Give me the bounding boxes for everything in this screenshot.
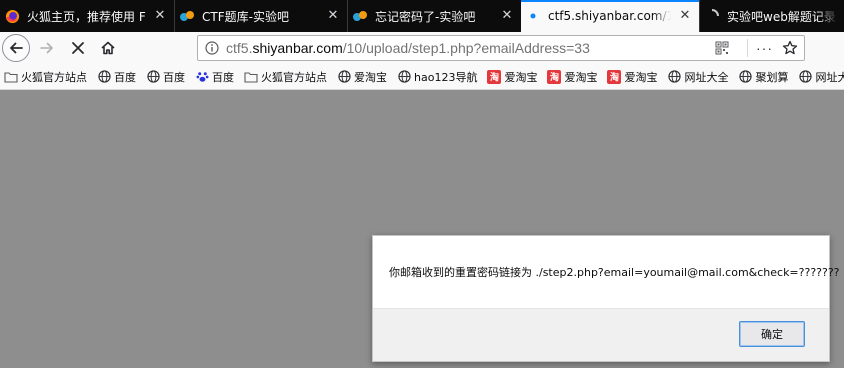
tab-title: CTF题库-实验吧 (202, 9, 289, 24)
taobao-icon: 淘 (607, 69, 622, 84)
bookmark-label: hao123导航 (414, 70, 478, 84)
url-bar[interactable]: ctf5.shiyanbar.com/10/upload/step1.php?e… (197, 35, 805, 61)
tab-title: 实验吧web解题记录 - Sh (727, 9, 838, 24)
bookmark-url-directory[interactable]: 网址大全 (667, 69, 728, 85)
tab-title: 忘记密码了-实验吧 (375, 9, 476, 24)
home-button[interactable] (94, 34, 122, 62)
baidu-paw-icon (195, 70, 209, 84)
close-icon (72, 42, 84, 54)
bookmark-ai-taobao[interactable]: 淘 爱淘宝 (607, 69, 657, 85)
bookmark-label: 聚划算 (755, 70, 789, 84)
bookmark-label: 火狐官方站点 (261, 70, 327, 84)
url-path: /10/upload/step1.php?emailAddress=33 (342, 40, 590, 56)
bookmark-juhuasuan[interactable]: 聚划算 (738, 69, 788, 85)
tab-firefox-home[interactable]: 火狐主页，推荐使用 Firefox ✕ (0, 0, 174, 32)
bookmark-label: 网址大全 (684, 70, 729, 84)
info-icon[interactable] (203, 41, 221, 55)
ok-button[interactable]: 确定 (739, 321, 805, 347)
bookmark-firefox-official[interactable]: 火狐官方站点 (244, 69, 327, 85)
page-actions-button[interactable]: ··· (756, 40, 773, 56)
globe-icon (146, 70, 160, 84)
globe-icon (337, 70, 351, 84)
firefox-icon (4, 8, 20, 24)
globe-icon (798, 70, 812, 84)
home-icon (101, 41, 115, 55)
folder-icon (244, 70, 258, 84)
tab-step1-active[interactable]: ctf5.shiyanbar.com/10/upload/step1.php ✕ (521, 0, 699, 32)
shiyanbar-icon (352, 8, 368, 24)
url-text[interactable]: ctf5.shiyanbar.com/10/upload/step1.php?e… (226, 40, 715, 56)
arrow-left-icon (10, 42, 23, 54)
folder-icon (4, 70, 18, 84)
tab-web-writeup[interactable]: 实验吧web解题记录 - Sh (699, 0, 844, 32)
forward-button[interactable] (33, 34, 61, 62)
shiyanbar-icon (179, 8, 195, 24)
tab-forgot-password[interactable]: 忘记密码了-实验吧 ✕ (347, 0, 521, 32)
globe-icon (97, 70, 111, 84)
taobao-icon: 淘 (487, 69, 502, 84)
tab-title: 火狐主页，推荐使用 Firefox (27, 9, 146, 24)
loading-dot-icon (525, 8, 541, 24)
bookmark-star-icon[interactable] (782, 40, 798, 56)
navigation-toolbar: ctf5.shiyanbar.com/10/upload/step1.php?e… (0, 32, 844, 64)
loading-spinner-icon (704, 8, 720, 24)
qr-code-icon[interactable] (715, 41, 731, 55)
bookmark-label: 火狐官方站点 (21, 70, 87, 84)
bookmark-ai-taobao[interactable]: 爱淘宝 (337, 69, 387, 85)
alert-message: 你邮箱收到的重置密码链接为 ./step2.php?email=youmail@… (389, 266, 840, 279)
close-icon[interactable]: ✕ (499, 8, 515, 24)
bookmark-ai-taobao[interactable]: 淘 爱淘宝 (487, 69, 537, 85)
url-domain: shiyanbar.com (252, 40, 343, 56)
tab-ctf-problems[interactable]: CTF题库-实验吧 ✕ (174, 0, 347, 32)
bookmark-baidu[interactable]: 百度 (195, 69, 234, 85)
close-icon[interactable]: ✕ (152, 8, 168, 24)
url-separator (747, 39, 748, 57)
taobao-icon: 淘 (547, 69, 562, 84)
bookmark-label: 百度 (212, 70, 234, 84)
page-content-overlay: 你邮箱收到的重置密码链接为 ./step2.php?email=youmail@… (0, 91, 844, 368)
bookmarks-toolbar: 火狐官方站点 百度 百度 百度 火狐官方站点 爱淘宝 hao123导航 淘 爱淘… (0, 64, 844, 90)
bookmark-baidu[interactable]: 百度 (97, 69, 136, 85)
bookmark-label: 爱淘宝 (504, 70, 538, 84)
stop-button[interactable] (64, 34, 92, 62)
bookmark-firefox-official[interactable]: 火狐官方站点 (4, 69, 87, 85)
close-icon[interactable]: ✕ (325, 8, 341, 24)
url-prefix: ctf5. (226, 40, 253, 56)
bookmark-hao123[interactable]: hao123导航 (397, 69, 477, 85)
tab-title: ctf5.shiyanbar.com/10/upload/step1.php (548, 9, 671, 23)
arrow-right-icon (40, 42, 53, 54)
bookmark-label: 百度 (163, 70, 185, 84)
bookmark-baidu[interactable]: 百度 (146, 69, 185, 85)
close-icon[interactable]: ✕ (677, 8, 693, 24)
globe-icon (738, 70, 752, 84)
back-button[interactable] (2, 34, 30, 62)
bookmark-label: 爱淘宝 (354, 70, 387, 84)
tab-strip: 火狐主页，推荐使用 Firefox ✕ CTF题库-实验吧 ✕ 忘记密码了-实验… (0, 0, 844, 32)
bookmark-label: 爱淘宝 (624, 70, 658, 84)
globe-icon (397, 70, 411, 84)
globe-icon (667, 70, 681, 84)
bookmark-label: 网址大全 (815, 70, 844, 84)
bookmark-label: 爱淘宝 (564, 70, 598, 84)
alert-footer: 确定 (373, 308, 829, 361)
bookmark-label: 百度 (114, 70, 136, 84)
bookmark-url-directory[interactable]: 网址大全 (798, 69, 844, 85)
alert-dialog: 你邮箱收到的重置密码链接为 ./step2.php?email=youmail@… (372, 235, 840, 362)
bookmark-ai-taobao[interactable]: 淘 爱淘宝 (547, 69, 597, 85)
